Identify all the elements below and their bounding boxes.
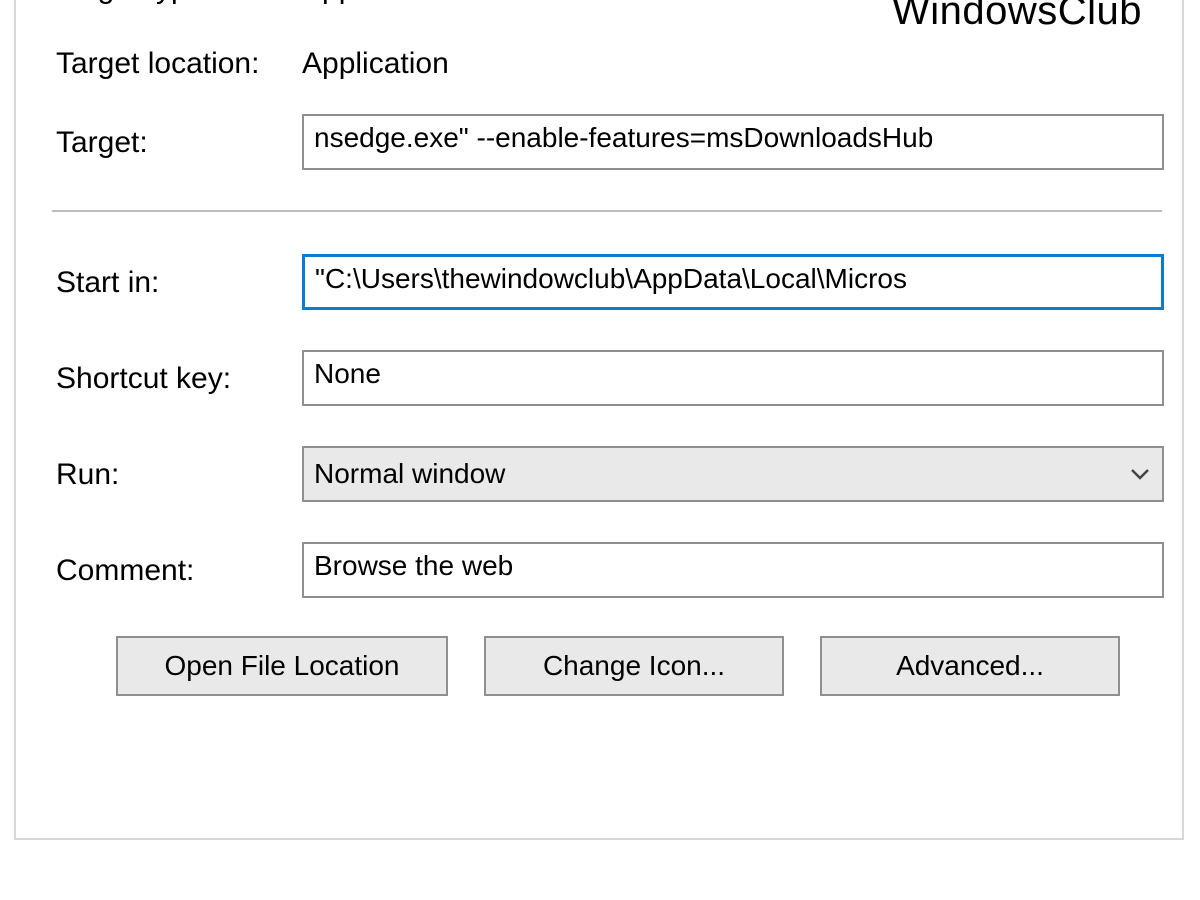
change-icon-button[interactable]: Change Icon...	[484, 636, 784, 696]
properties-shortcut-tab: The WindowsClub Target type: Application…	[0, 0, 1200, 900]
input-shortcut-key[interactable]: None	[302, 350, 1164, 406]
change-icon-label: Change Icon...	[543, 650, 725, 682]
chevron-down-icon	[1128, 462, 1152, 486]
label-comment: Comment:	[56, 554, 194, 588]
value-target-location: Application	[302, 47, 449, 81]
value-target-type: Application	[302, 0, 449, 6]
watermark-line2: WindowsClub	[892, 0, 1142, 32]
label-shortcut-key: Shortcut key:	[56, 362, 231, 396]
open-file-location-label: Open File Location	[164, 650, 399, 682]
select-run[interactable]: Normal window	[302, 446, 1164, 502]
input-shortcut-key-value: None	[314, 358, 381, 389]
input-comment-value: Browse the web	[314, 550, 513, 581]
advanced-label: Advanced...	[896, 650, 1044, 682]
label-run: Run:	[56, 458, 119, 492]
input-start-in-value: "C:\Users\thewindowclub\AppData\Local\Mi…	[315, 263, 907, 294]
open-file-location-button[interactable]: Open File Location	[116, 636, 448, 696]
divider	[52, 210, 1162, 212]
select-run-value: Normal window	[314, 458, 505, 490]
advanced-button[interactable]: Advanced...	[820, 636, 1120, 696]
label-start-in: Start in:	[56, 266, 159, 300]
input-comment[interactable]: Browse the web	[302, 542, 1164, 598]
label-target-location: Target location:	[56, 47, 259, 81]
label-target-type: Target type:	[56, 0, 213, 6]
properties-panel: The WindowsClub Target type: Application…	[14, 0, 1184, 840]
watermark-text: The WindowsClub	[892, 0, 1142, 32]
input-target-value: nsedge.exe" --enable-features=msDownload…	[314, 122, 933, 153]
input-target[interactable]: nsedge.exe" --enable-features=msDownload…	[302, 114, 1164, 170]
input-start-in[interactable]: "C:\Users\thewindowclub\AppData\Local\Mi…	[302, 254, 1164, 310]
label-target: Target:	[56, 126, 148, 160]
